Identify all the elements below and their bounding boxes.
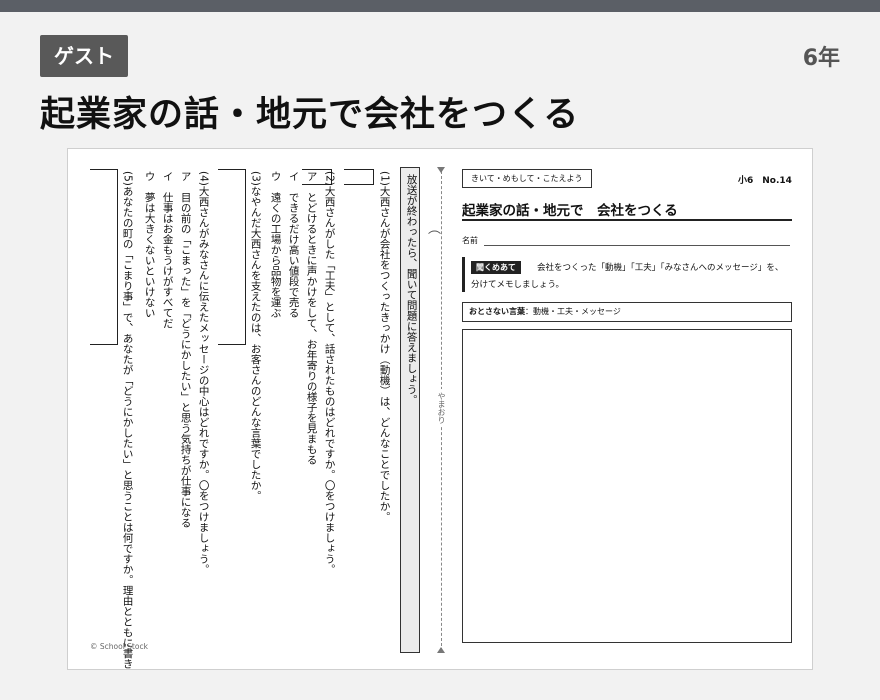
- worksheet-title: 起業家の話・地元で 会社をつくる: [462, 203, 678, 219]
- listening-goal: 聞くめあて 会社をつくった「動機」「工夫」「みなさんへのメッセージ」を、 分けて…: [462, 257, 792, 292]
- guest-badge: ゲスト: [40, 35, 128, 77]
- question-3-text: なやんだ大西さんを支えたのは、お客さんのどんな言葉でしたか。: [249, 185, 262, 501]
- fold-label: やまおり: [436, 389, 447, 427]
- question-4-option-b: イ 仕事はお金もうけがすべてだ: [161, 171, 174, 329]
- keywords-text: ：動機・工夫・メッセージ: [525, 307, 621, 316]
- question-2-option-c: ウ 遠くの工場から品物を運ぶ: [269, 171, 282, 318]
- question-2-option-b: イ できるだけ高い値段で売る: [287, 171, 300, 318]
- question-4-option-c: ウ 夢は大きくないといけない: [143, 171, 156, 318]
- question-5: (5)あなたの町の「こまり事」で、あなたが「どうにかしたい」と思うことは何ですか…: [120, 171, 134, 670]
- question-1-text: 大西さんが会社をつくったきっかけ（動機）は、どんなことでしたか。: [378, 185, 391, 522]
- title-underline: [462, 219, 792, 221]
- question-2: (2)大西さんがした「工夫」として、話されたものはどれですか。〇をつけましょう。: [322, 171, 336, 574]
- question-4-option-a: ア 目の前の「こまった」を「どうにかしたい」と思う気持ちが仕事になる: [179, 171, 192, 528]
- question-1: (1)大西さんが会社をつくったきっかけ（動機）は、どんなことでしたか。: [377, 171, 391, 522]
- question-2-number: (2): [323, 171, 336, 186]
- worksheet-number: 小6 No.14: [738, 176, 792, 186]
- question-4: (4)大西さんがみなさんに伝えたメッセージの中心はどれですか。〇をつけましょう。: [196, 171, 210, 574]
- page-title: 起業家の話・地元で会社をつくる: [40, 95, 580, 135]
- instruction-strip: 放送が終わったら、聞いて問題に答えましょう。: [400, 167, 420, 653]
- question-1-number-box: [344, 169, 374, 185]
- subject-box: きいて・めもして・こたえよう: [462, 169, 592, 188]
- listening-goal-text-1: 会社をつくった「動機」「工夫」「みなさんへのメッセージ」を、: [537, 263, 784, 273]
- fold-arrow-bottom-icon: [437, 647, 445, 653]
- memo-box: [462, 329, 792, 643]
- listening-goal-tag: 聞くめあて: [471, 261, 521, 274]
- name-line: [484, 245, 790, 246]
- copyright: © School Stock: [90, 642, 148, 651]
- keywords-box: おとさない言葉：動機・工夫・メッセージ: [462, 302, 792, 322]
- top-bar: [0, 0, 880, 12]
- fold-arrow-top-icon: [437, 167, 445, 173]
- question-4-number: (4): [197, 171, 210, 186]
- question-5-number: (5): [121, 171, 134, 186]
- question-4-text: 大西さんがみなさんに伝えたメッセージの中心はどれですか。〇をつけましょう。: [197, 185, 210, 575]
- question-5-answer-box: [90, 169, 118, 345]
- listening-goal-text-2: 分けてメモしましょう。: [471, 280, 564, 290]
- question-2-text: 大西さんがした「工夫」として、話されたものはどれですか。〇をつけましょう。: [323, 185, 336, 575]
- name-label: 名前: [462, 236, 478, 245]
- question-3-answer-box: [218, 169, 246, 345]
- question-3-number: (3): [249, 171, 262, 186]
- question-2-option-a: ア とどけるときに声かけをして、お年寄りの様子を見まもる: [305, 171, 318, 465]
- keywords-label: おとさない言葉: [469, 307, 525, 316]
- question-1-number: (1): [378, 171, 391, 186]
- instruction-text: 放送が終わったら、聞いて問題に答えましょう。: [405, 174, 418, 405]
- question-5-text: あなたの町の「こまり事」で、あなたが「どうにかしたい」と思うことは何ですか。理由…: [121, 185, 134, 670]
- worksheet-preview: (1)大西さんが会社をつくったきっかけ（動機）は、どんなことでしたか。 (2)大…: [67, 148, 813, 670]
- grade-label: 6年: [802, 46, 840, 71]
- question-3: (3)なやんだ大西さんを支えたのは、お客さんのどんな言葉でしたか。: [248, 171, 262, 501]
- fold-mark-icon: ⌒: [428, 227, 442, 246]
